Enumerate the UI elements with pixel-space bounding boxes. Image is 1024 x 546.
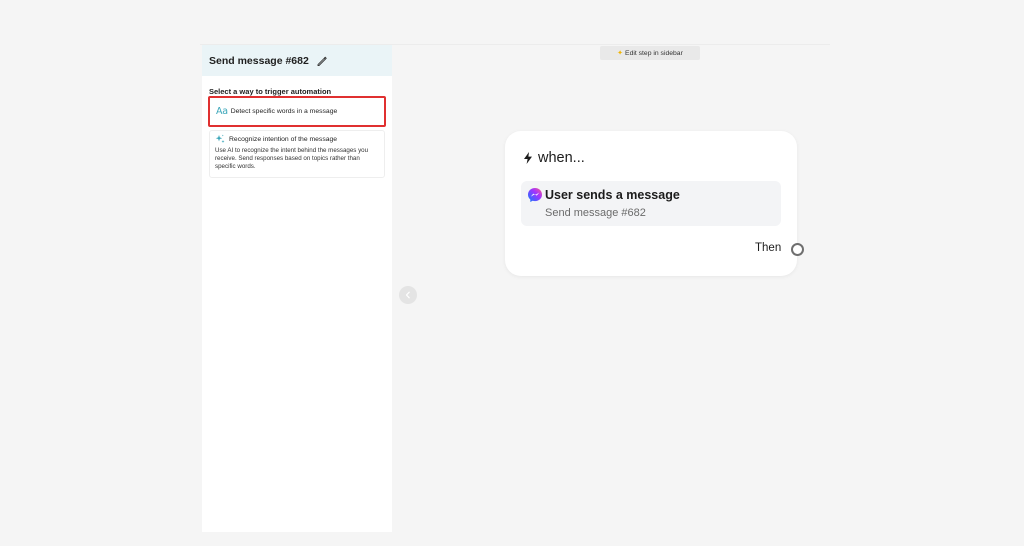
ai-sparkle-icon bbox=[215, 134, 225, 144]
magic-wand-icon: ✦ bbox=[617, 50, 624, 57]
trigger-title: User sends a message bbox=[545, 188, 680, 202]
pencil-icon[interactable] bbox=[316, 55, 328, 67]
edit-step-in-sidebar-button[interactable]: ✦ Edit step in sidebar bbox=[600, 46, 700, 60]
option-label: Detect specific words in a message bbox=[230, 108, 338, 115]
card-heading: when... bbox=[522, 150, 585, 166]
sidebar-header: Send message #682 bbox=[202, 45, 392, 76]
then-connector-handle[interactable] bbox=[791, 243, 804, 256]
messenger-icon bbox=[527, 187, 543, 203]
edit-step-label: Edit step in sidebar bbox=[625, 49, 683, 57]
trigger-sidebar: Send message #682 Select a way to trigge… bbox=[202, 45, 392, 532]
option-label: Recognize intention of the message bbox=[229, 135, 338, 143]
option-intent-header: Recognize intention of the message bbox=[215, 134, 379, 144]
trigger-card[interactable]: when... User sends a message Send messag… bbox=[505, 131, 804, 276]
section-label: Select a way to trigger automation bbox=[209, 87, 332, 96]
text-aa-icon: Aa bbox=[216, 106, 228, 117]
chevron-left-icon bbox=[404, 286, 412, 304]
option-recognize-intent[interactable]: Recognize intention of the message Use A… bbox=[209, 130, 385, 178]
automation-editor: Send message #682 Select a way to trigge… bbox=[0, 0, 1024, 546]
sidebar-title: Send message #682 bbox=[209, 54, 309, 67]
option-detect-keywords[interactable]: Aa Detect specific words in a message bbox=[208, 96, 386, 127]
then-label: Then bbox=[755, 242, 782, 254]
card-heading-text: when... bbox=[538, 150, 585, 166]
collapse-sidebar-button[interactable] bbox=[399, 286, 417, 304]
trigger-event-box[interactable]: User sends a message Send message #682 bbox=[521, 181, 781, 226]
lightning-bolt-icon bbox=[522, 151, 534, 165]
trigger-subtitle: Send message #682 bbox=[545, 207, 646, 219]
option-description: Use AI to recognize the intent behind th… bbox=[215, 147, 369, 170]
